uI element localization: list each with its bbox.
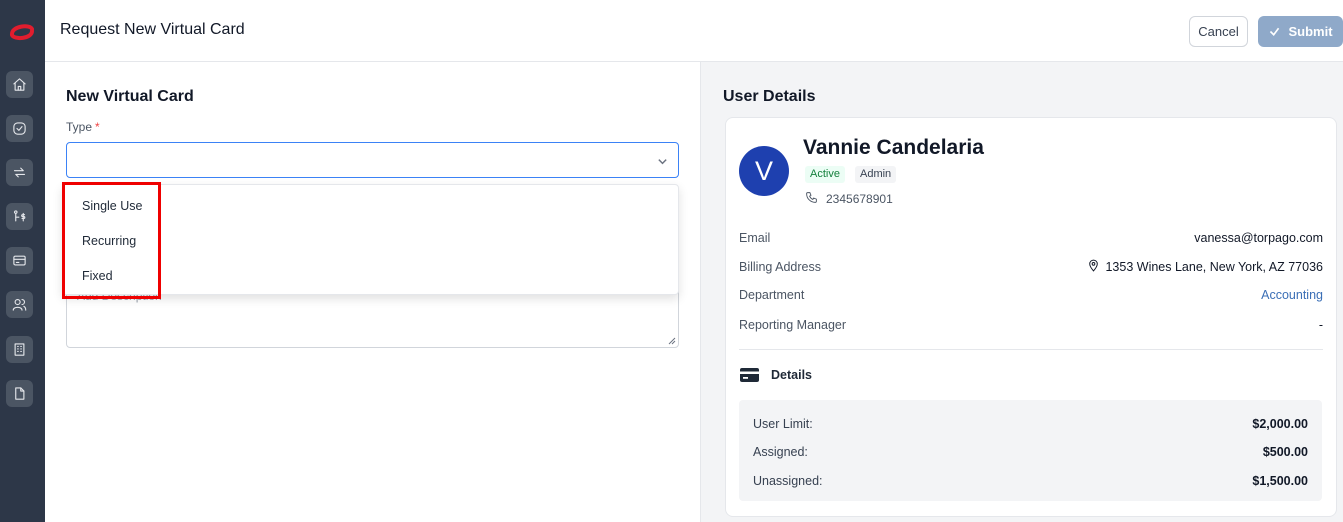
type-label-text: Type xyxy=(66,120,93,134)
highlight-box xyxy=(62,182,161,299)
user-name: Vannie Candelaria xyxy=(803,136,984,159)
details-title: Details xyxy=(771,368,812,382)
credit-card-icon[interactable] xyxy=(6,247,33,274)
page-header: Request New Virtual Card Cancel Submit xyxy=(45,0,1343,62)
home-icon[interactable] xyxy=(6,71,33,98)
billing-label: Billing Address xyxy=(739,260,821,274)
role-badge: Admin xyxy=(855,166,897,183)
submit-button[interactable]: Submit xyxy=(1258,16,1343,47)
user-details-panel: User Details V Vannie Candelaria Active … xyxy=(700,62,1343,522)
users-icon[interactable] xyxy=(6,291,33,318)
email-value: vanessa@torpago.com xyxy=(1194,231,1323,245)
app-logo[interactable] xyxy=(8,22,36,42)
type-label: Type * xyxy=(66,120,100,134)
chevron-down-icon xyxy=(658,159,667,165)
billing-value: 1353 Wines Lane, New York, AZ 77036 xyxy=(1105,260,1323,274)
email-label: Email xyxy=(739,231,771,245)
department-label: Department xyxy=(739,288,805,302)
credit-card-icon xyxy=(740,368,759,382)
building-icon[interactable] xyxy=(6,336,33,363)
user-limit-label: User Limit: xyxy=(753,417,813,431)
location-pin-icon xyxy=(1089,259,1098,272)
user-limit-value: $2,000.00 xyxy=(1252,417,1308,431)
resize-grip-icon[interactable] xyxy=(668,337,676,345)
check-circle-icon[interactable] xyxy=(6,115,33,142)
unassigned-value: $1,500.00 xyxy=(1252,474,1308,488)
manager-label: Reporting Manager xyxy=(739,318,847,332)
assigned-value: $500.00 xyxy=(1262,445,1308,459)
cancel-button[interactable]: Cancel xyxy=(1189,16,1248,47)
sidebar xyxy=(0,0,45,522)
assigned-label: Assigned: xyxy=(753,445,808,459)
document-icon[interactable] xyxy=(6,380,33,407)
check-icon xyxy=(1270,27,1280,36)
form-section-title: New Virtual Card xyxy=(66,88,194,105)
flow-dollar-icon[interactable] xyxy=(6,203,33,230)
divider xyxy=(739,349,1323,350)
phone-icon xyxy=(806,192,817,203)
department-link[interactable]: Accounting xyxy=(1261,288,1323,302)
transfer-icon[interactable] xyxy=(6,159,33,186)
submit-label: Submit xyxy=(1288,24,1333,39)
user-section-title: User Details xyxy=(723,88,816,105)
user-card: V Vannie Candelaria Active Admin 2345678… xyxy=(725,117,1337,517)
page-title: Request New Virtual Card xyxy=(60,21,245,38)
status-badge: Active xyxy=(805,166,845,183)
unassigned-label: Unassigned: xyxy=(753,474,823,488)
limits-box: User Limit: $2,000.00 Assigned: $500.00 … xyxy=(739,400,1322,501)
type-select[interactable] xyxy=(66,142,679,178)
required-marker: * xyxy=(95,120,100,134)
avatar: V xyxy=(739,146,789,196)
phone-number: 2345678901 xyxy=(826,192,893,206)
manager-value: - xyxy=(1318,318,1323,332)
